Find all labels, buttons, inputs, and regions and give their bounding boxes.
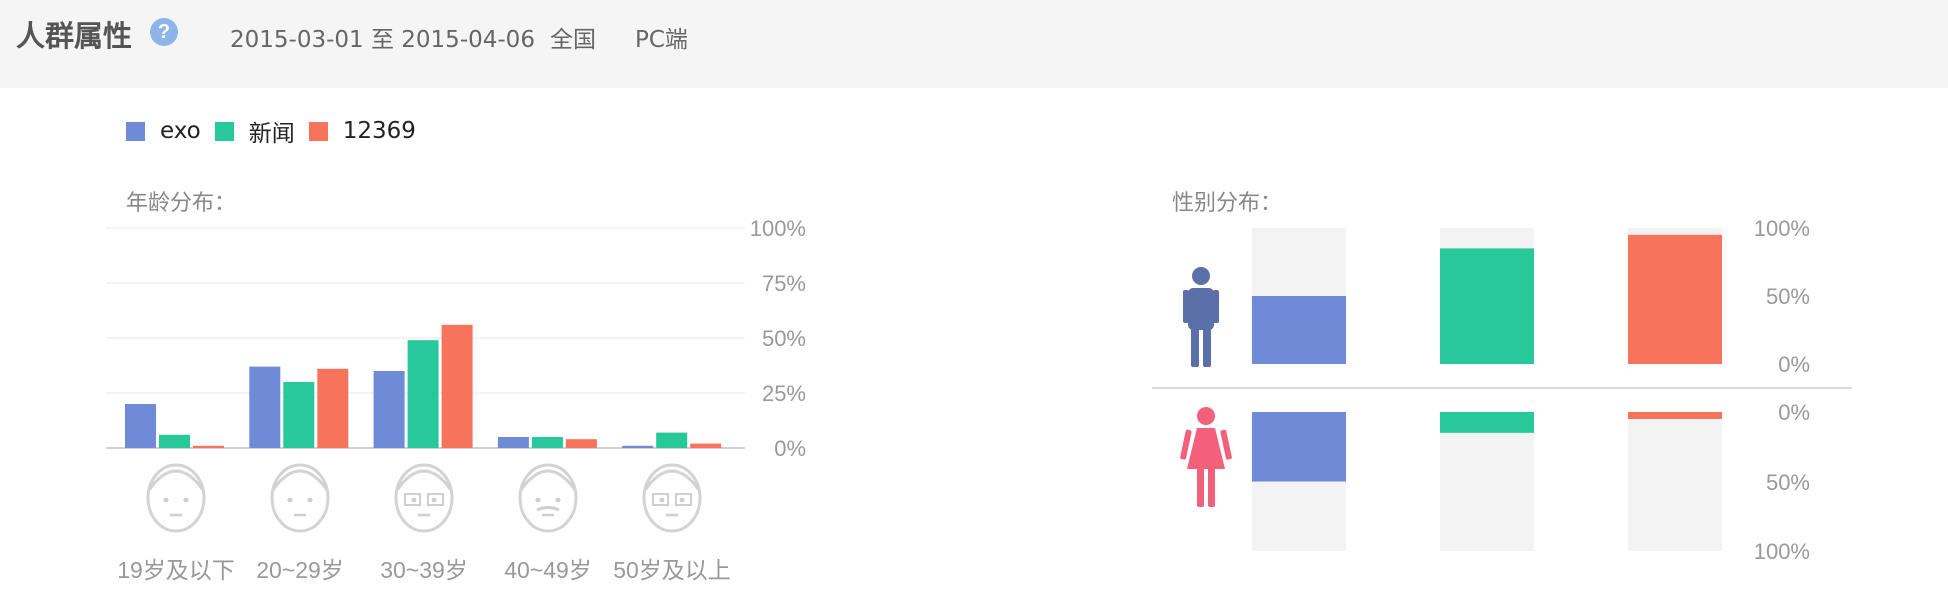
bar-male-exo	[1252, 296, 1346, 364]
bar-12369	[441, 324, 473, 448]
face-eye	[307, 497, 313, 503]
gender-y-tick-bottom: 50%	[1766, 470, 1810, 495]
face-outline	[146, 463, 206, 533]
y-tick-label: 100%	[750, 216, 806, 241]
face-eye	[163, 497, 169, 503]
bar-新闻	[407, 340, 439, 448]
face-outline	[270, 463, 330, 533]
bar-12369	[193, 445, 224, 448]
bar-新闻	[531, 437, 563, 448]
mustache-face-icon	[518, 463, 578, 533]
glasses-face-icon	[394, 463, 454, 533]
chart-canvas: 0% 25% 50% 75% 100% 19岁及以下 20~29岁 30~39岁 40~49岁 5…	[106, 216, 1852, 583]
x-tick-label: 50岁及以上	[613, 557, 731, 583]
female-icon-head	[1197, 407, 1215, 425]
bar-exo	[497, 437, 529, 448]
face-mustache	[536, 506, 560, 512]
x-tick-label: 19岁及以下	[117, 557, 235, 583]
y-tick-label: 50%	[762, 326, 806, 351]
male-icon-body	[1188, 288, 1214, 330]
bar-12369	[565, 439, 597, 448]
male-icon-arm	[1183, 290, 1189, 323]
bar-exo	[249, 366, 281, 448]
bar-12369	[317, 368, 349, 448]
bar-exo	[373, 371, 405, 448]
x-tick-label: 40~49岁	[504, 557, 592, 583]
x-tick-label: 30~39岁	[380, 557, 468, 583]
bar-12369	[690, 443, 722, 448]
face-eye	[431, 497, 437, 503]
bar-新闻	[283, 382, 315, 448]
bar-female-12369	[1628, 412, 1722, 419]
face-eye	[555, 497, 561, 503]
child-face-icon	[146, 463, 206, 533]
young-adult-face-icon	[270, 463, 330, 533]
bar-track-bottom	[1628, 412, 1722, 551]
male-icon	[1183, 267, 1219, 367]
female-icon-dress	[1187, 428, 1225, 469]
y-tick-label: 0%	[774, 436, 806, 461]
bar-male-12369	[1628, 234, 1722, 364]
bar-female-新闻	[1440, 412, 1534, 433]
face-eye	[535, 497, 541, 503]
female-icon-leg	[1208, 466, 1215, 507]
female-icon-arm	[1180, 429, 1192, 460]
male-icon-leg	[1191, 325, 1199, 367]
face-eye	[679, 497, 685, 503]
bar-exo	[622, 445, 654, 448]
bar-新闻	[159, 434, 190, 448]
female-icon	[1180, 407, 1232, 507]
face-eye	[183, 497, 189, 503]
gender-y-tick-top: 50%	[1766, 284, 1810, 309]
gender-y-tick-top: 0%	[1778, 352, 1810, 377]
gender-y-tick-bottom: 0%	[1778, 400, 1810, 425]
face-eye	[659, 497, 665, 503]
elderly-face-icon	[642, 463, 702, 533]
y-tick-label: 75%	[762, 271, 806, 296]
face-eye	[287, 497, 293, 503]
female-icon-leg	[1197, 466, 1204, 507]
male-icon-arm	[1213, 290, 1219, 323]
face-outline	[518, 463, 578, 533]
bar-exo	[125, 404, 156, 448]
bar-male-新闻	[1440, 248, 1534, 364]
male-icon-head	[1192, 267, 1210, 285]
bar-新闻	[656, 432, 688, 448]
gender-y-tick-top: 100%	[1754, 216, 1810, 241]
gender-y-tick-bottom: 100%	[1754, 539, 1810, 564]
male-icon-leg	[1203, 325, 1211, 367]
face-eye	[411, 497, 417, 503]
x-tick-label: 20~29岁	[256, 557, 344, 583]
female-icon-arm	[1220, 429, 1232, 460]
bar-female-exo	[1252, 412, 1346, 482]
y-tick-label: 25%	[762, 381, 806, 406]
